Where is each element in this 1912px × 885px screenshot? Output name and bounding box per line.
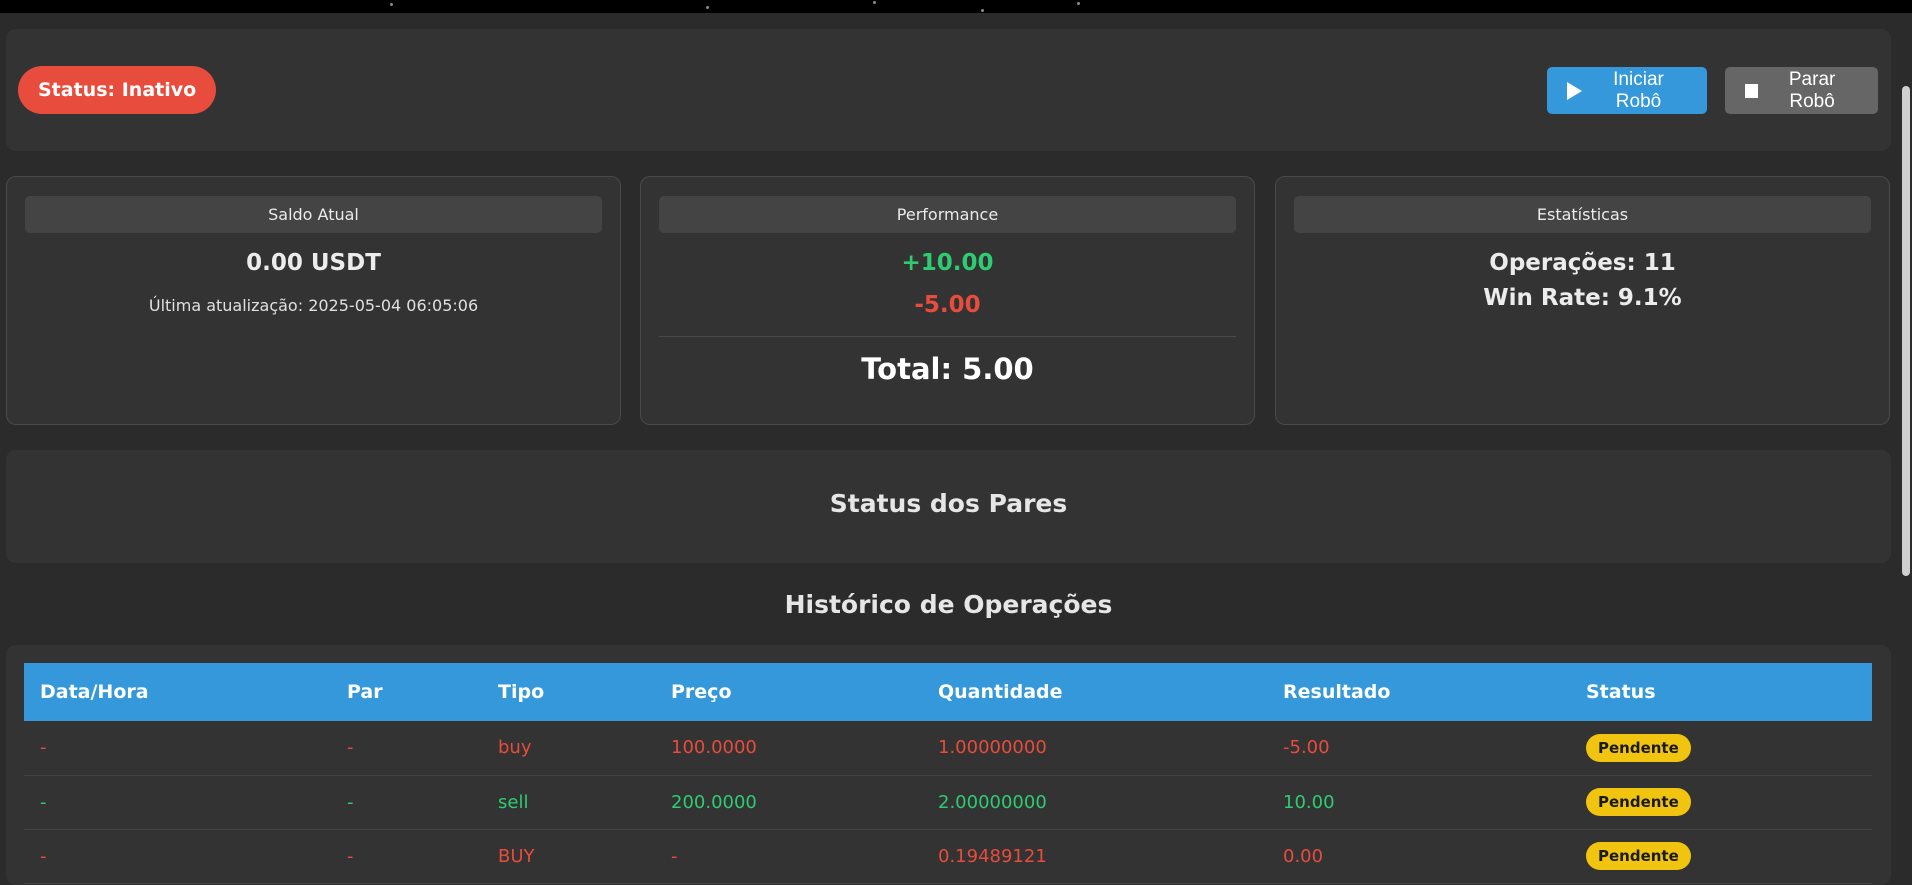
cell-quantity: 1.00000000	[922, 721, 1267, 776]
stats-card: Estatísticas Operações: 11 Win Rate: 9.1…	[1275, 176, 1890, 425]
balance-card: Saldo Atual 0.00 USDT Última atualização…	[6, 176, 621, 425]
stop-robot-label: Parar Robô	[1788, 68, 1836, 112]
column-header[interactable]: Par	[331, 663, 482, 721]
performance-card: Performance +10.00 -5.00 Total: 5.00	[640, 176, 1255, 425]
star-dot	[706, 6, 709, 9]
status-pill: Pendente	[1586, 733, 1691, 762]
last-updated: Última atualização: 2025-05-04 06:05:06	[148, 296, 479, 315]
table-row[interactable]: - - buy 100.0000 1.00000000 -5.00 Penden…	[24, 721, 1872, 776]
column-header[interactable]: Data/Hora	[24, 663, 331, 721]
play-icon	[1567, 81, 1582, 100]
start-robot-button[interactable]: Iniciar Robô	[1547, 67, 1707, 114]
cell-result: 0.00	[1267, 829, 1570, 884]
performance-total: Total: 5.00	[861, 352, 1034, 386]
cell-pair: -	[331, 829, 482, 884]
start-robot-label: Iniciar Robô	[1613, 68, 1664, 112]
top-strip	[0, 0, 1912, 13]
cell-status: Pendente	[1570, 829, 1872, 884]
stop-robot-button[interactable]: Parar Robô	[1725, 67, 1878, 114]
performance-divider	[659, 336, 1236, 337]
cell-price: -	[655, 829, 922, 884]
win-rate: Win Rate: 9.1%	[1483, 285, 1682, 311]
history-title: Histórico de Operações	[784, 590, 1113, 619]
cell-quantity: 2.00000000	[922, 775, 1267, 830]
balance-card-title: Saldo Atual	[25, 196, 602, 233]
cell-pair: -	[331, 721, 482, 776]
performance-gain: +10.00	[901, 250, 994, 276]
cell-type: buy	[482, 721, 655, 776]
column-header[interactable]: Resultado	[1267, 663, 1570, 721]
table-header-row: Data/Hora Par Tipo Preço Quantidade Resu…	[24, 663, 1872, 721]
cell-quantity: 0.19489121	[922, 829, 1267, 884]
table-row[interactable]: - - BUY - 0.19489121 0.00 Pendente	[24, 829, 1872, 884]
column-header[interactable]: Preço	[655, 663, 922, 721]
column-header[interactable]: Tipo	[482, 663, 655, 721]
performance-card-title: Performance	[659, 196, 1236, 233]
star-dot	[981, 9, 984, 12]
star-dot	[390, 3, 393, 6]
cell-result: 10.00	[1267, 775, 1570, 830]
column-header[interactable]: Status	[1570, 663, 1872, 721]
status-pill: Pendente	[1586, 788, 1691, 816]
cell-price: 200.0000	[655, 775, 922, 830]
pairs-status-title: Status dos Pares	[829, 489, 1068, 518]
performance-loss: -5.00	[914, 292, 981, 318]
status-badge: Status: Inativo	[18, 66, 217, 114]
star-dot	[873, 1, 876, 4]
status-pill: Pendente	[1586, 842, 1691, 870]
operations-count: Operações: 11	[1489, 250, 1676, 276]
scrollbar-thumb[interactable]	[1902, 86, 1910, 576]
cell-pair: -	[331, 775, 482, 830]
cell-result: -5.00	[1267, 721, 1570, 776]
cell-status: Pendente	[1570, 775, 1872, 830]
scrollbar-track[interactable]	[1900, 13, 1912, 882]
stop-icon	[1745, 83, 1759, 98]
stats-card-title: Estatísticas	[1294, 196, 1871, 233]
cell-datetime: -	[24, 775, 331, 830]
cell-price: 100.0000	[655, 721, 922, 776]
cell-type: BUY	[482, 829, 655, 884]
cell-status: Pendente	[1570, 721, 1872, 776]
balance-value: 0.00 USDT	[246, 250, 381, 276]
table-row[interactable]: - - sell 200.0000 2.00000000 10.00 Pende…	[24, 775, 1872, 830]
cell-datetime: -	[24, 721, 331, 776]
star-dot	[1077, 2, 1080, 5]
column-header[interactable]: Quantidade	[922, 663, 1267, 721]
history-table: Data/Hora Par Tipo Preço Quantidade Resu…	[24, 663, 1872, 884]
control-header: Status: Inativo Iniciar Robô Parar Robô	[6, 29, 1891, 151]
cell-type: sell	[482, 775, 655, 830]
cell-datetime: -	[24, 829, 331, 884]
